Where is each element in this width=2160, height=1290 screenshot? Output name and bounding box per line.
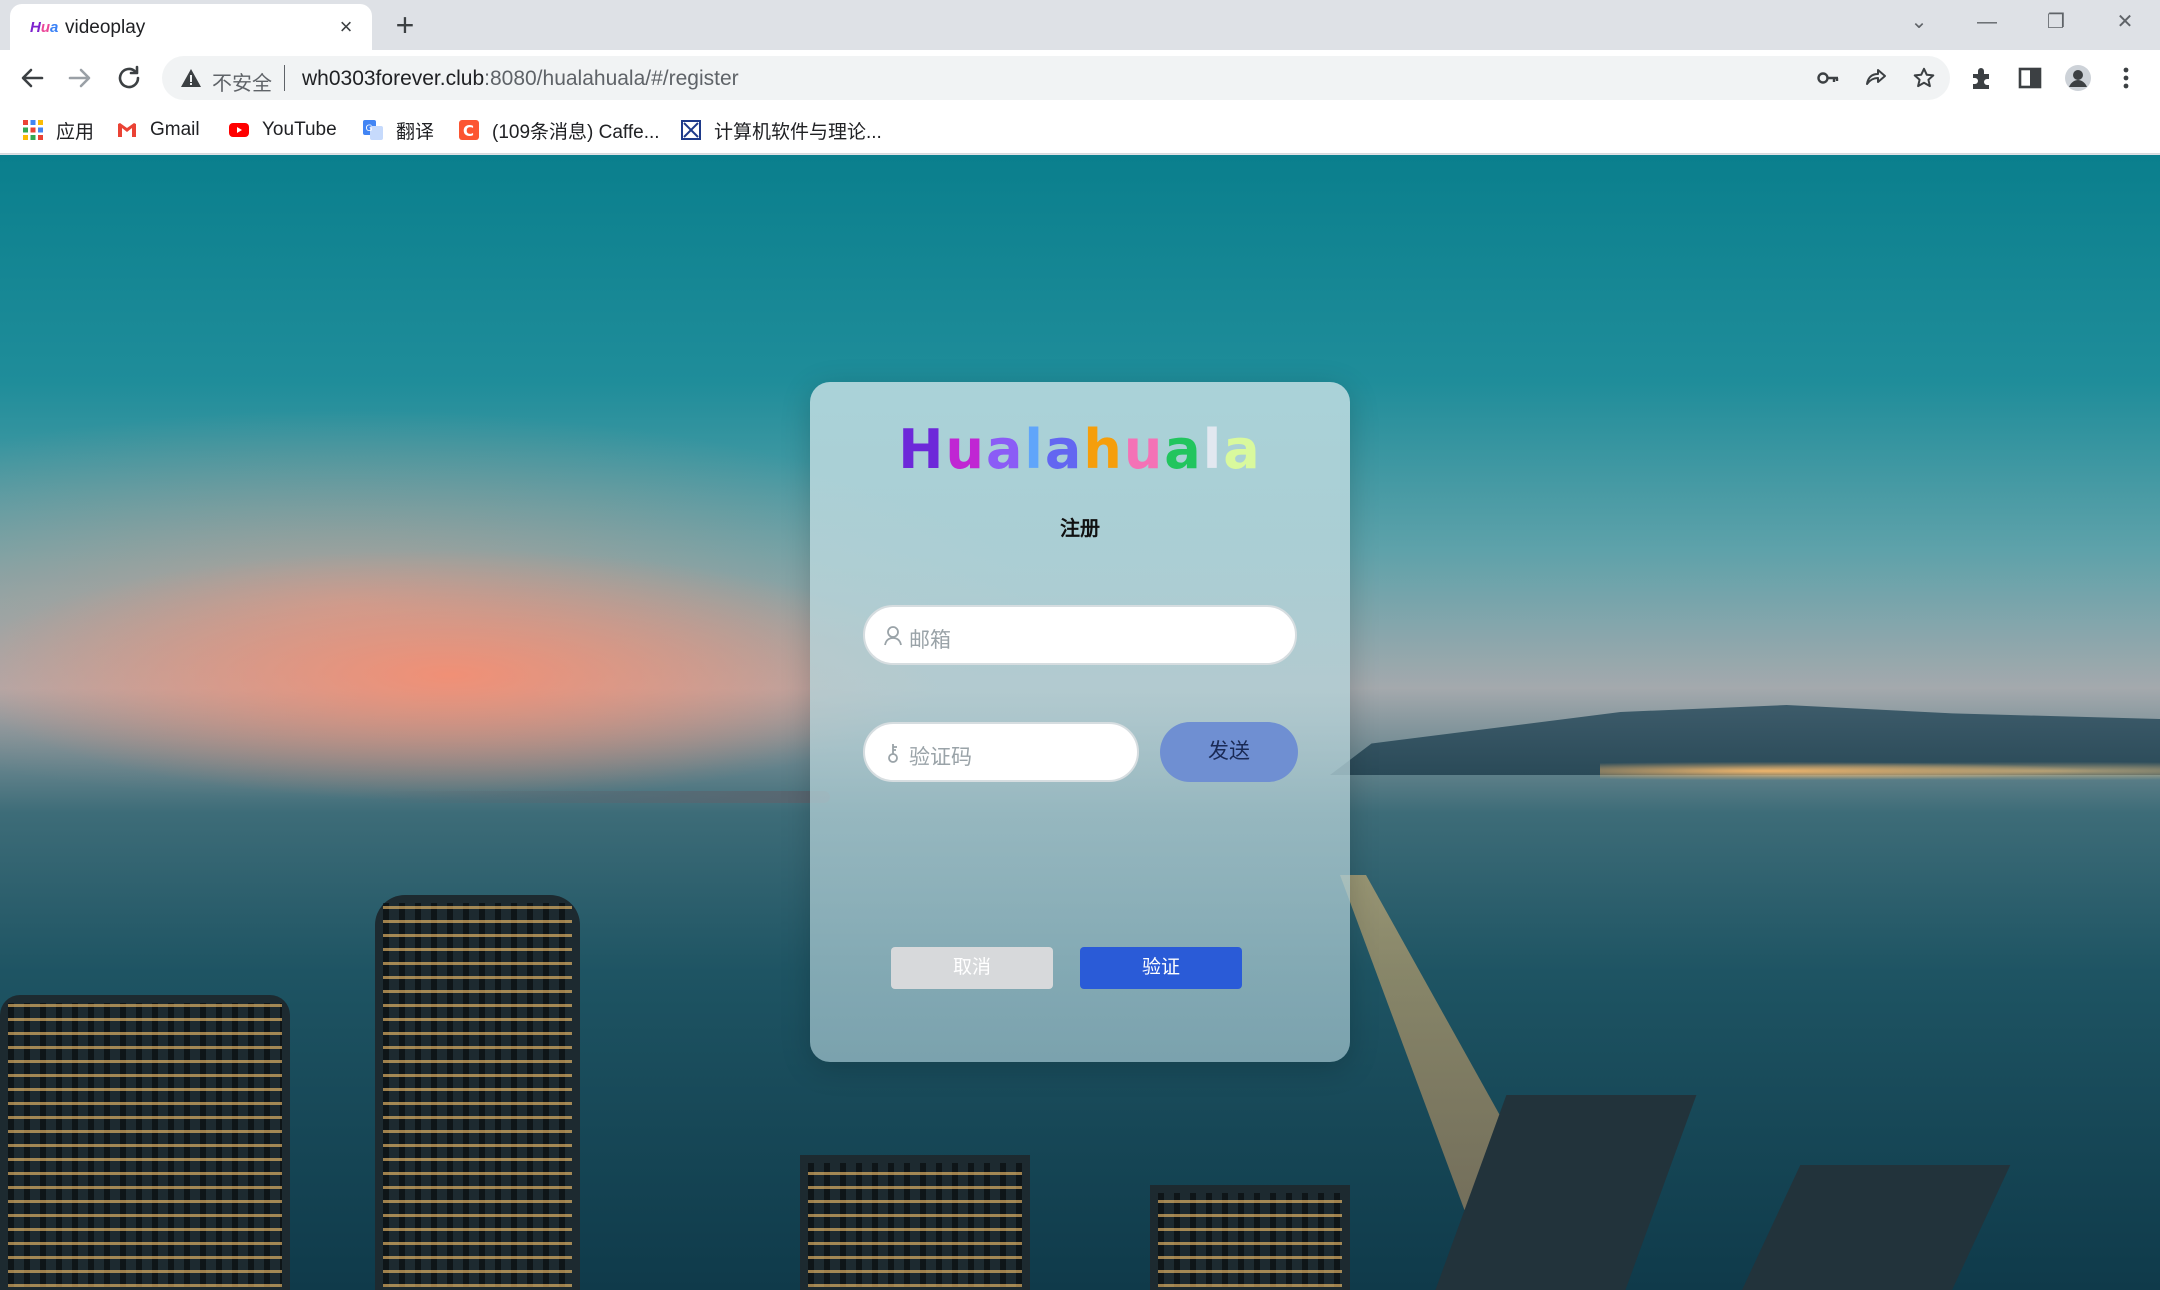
browser-toolbar: 不安全 wh0303forever.club:8080/hualahuala/#…	[0, 50, 2160, 106]
register-card: Hualahuala 注册 邮箱 验证码 发送 取消 验证	[810, 382, 1350, 1062]
logo-letter: a	[1164, 418, 1203, 481]
close-window-button[interactable]: ✕	[2111, 8, 2139, 36]
background-city-lights	[1600, 760, 2160, 782]
logo-letter: a	[1223, 418, 1262, 481]
logo-letter: a	[985, 418, 1025, 481]
verify-button[interactable]: 验证	[1080, 947, 1242, 989]
background-pier	[1739, 1165, 2011, 1290]
url-path: :8080/hualahuala/#/register	[484, 67, 739, 90]
profile-avatar-icon[interactable]	[2064, 64, 2092, 92]
bookmark-label: 计算机软件与理论...	[714, 121, 882, 143]
background-tower	[375, 895, 580, 1290]
cancel-button[interactable]: 取消	[891, 947, 1053, 989]
bookmark-label: (109条消息) Caffe...	[492, 121, 660, 143]
background-building	[800, 1155, 1030, 1290]
bookmark-gmail[interactable]: Gmail	[116, 116, 200, 144]
register-title: 注册	[1060, 518, 1100, 540]
tab-close-icon[interactable]: ×	[335, 16, 357, 38]
email-field[interactable]: 邮箱	[863, 605, 1297, 665]
url-host: wh0303forever.club	[302, 67, 485, 90]
browser-tab[interactable]: Hua videoplay ×	[10, 4, 372, 50]
bookmark-youtube[interactable]: YouTube	[228, 116, 337, 144]
share-icon[interactable]	[1864, 66, 1888, 90]
new-tab-button[interactable]: +	[390, 8, 420, 42]
bookmark-university[interactable]: 计算机软件与理论...	[680, 116, 882, 144]
tab-favicon-icon: Hua	[30, 19, 59, 36]
logo-letter: a	[1044, 418, 1084, 481]
user-icon	[884, 626, 902, 646]
background-tower	[0, 995, 290, 1290]
bookmark-label: YouTube	[262, 119, 337, 140]
verification-code-field[interactable]: 验证码	[863, 722, 1139, 782]
more-menu-icon[interactable]	[2112, 64, 2140, 92]
translate-icon: G	[363, 120, 383, 140]
svg-text:G: G	[366, 124, 373, 134]
address-bar[interactable]: 不安全 wh0303forever.club:8080/hualahuala/#…	[162, 56, 1950, 100]
minimize-button[interactable]: —	[1973, 8, 2001, 36]
bookmark-translate[interactable]: G 翻译	[362, 116, 434, 144]
logo-letter: u	[1123, 418, 1165, 481]
bookmarks-bar: 应用 Gmail YouTube G 翻译 C (109条消息) Caffe..…	[0, 106, 2160, 154]
page-background: Hualahuala 注册 邮箱 验证码 发送 取消 验证	[0, 155, 2160, 1290]
address-separator	[284, 65, 285, 91]
side-panel-icon[interactable]	[2016, 64, 2044, 92]
logo-letter: h	[1083, 418, 1124, 481]
university-icon	[681, 120, 701, 140]
logo-letter: u	[945, 418, 986, 481]
tab-search-icon[interactable]: ⌄	[1905, 8, 1933, 36]
restore-button[interactable]: ❐	[2042, 8, 2070, 36]
logo-letter: l	[1202, 418, 1224, 481]
key-icon[interactable]	[1816, 66, 1840, 90]
extensions-icon[interactable]	[1968, 64, 1996, 92]
background-building	[1150, 1185, 1350, 1290]
url-text[interactable]: wh0303forever.club:8080/hualahuala/#/reg…	[302, 67, 739, 91]
bookmark-star-icon[interactable]	[1912, 66, 1936, 90]
gmail-icon	[118, 123, 136, 137]
hualahuala-logo: Hualahuala	[810, 418, 1350, 481]
logo-letter: H	[898, 418, 946, 481]
code-placeholder: 验证码	[909, 746, 972, 769]
email-placeholder: 邮箱	[909, 629, 951, 652]
youtube-icon	[229, 123, 249, 137]
bookmark-apps[interactable]: 应用	[22, 116, 94, 144]
apps-grid-icon	[23, 120, 43, 140]
csdn-icon: C	[459, 120, 479, 140]
bookmark-label: Gmail	[150, 119, 200, 140]
key-icon	[888, 744, 898, 763]
send-code-button[interactable]: 发送	[1160, 722, 1298, 782]
back-icon[interactable]	[16, 62, 48, 94]
forward-icon[interactable]	[64, 62, 96, 94]
warning-icon[interactable]	[180, 67, 202, 89]
background-shoreline	[360, 791, 830, 803]
svg-text:C: C	[463, 122, 474, 140]
bookmark-csdn[interactable]: C (109条消息) Caffe...	[458, 116, 660, 144]
tab-title: videoplay	[65, 17, 146, 38]
logo-letter: l	[1024, 418, 1045, 481]
tab-strip: Hua videoplay × + ⌄ — ❐ ✕	[0, 0, 2160, 50]
security-label: 不安全	[212, 73, 272, 95]
bookmark-label: 应用	[56, 121, 95, 143]
bookmark-label: 翻译	[396, 121, 435, 143]
reload-icon[interactable]	[113, 62, 145, 94]
